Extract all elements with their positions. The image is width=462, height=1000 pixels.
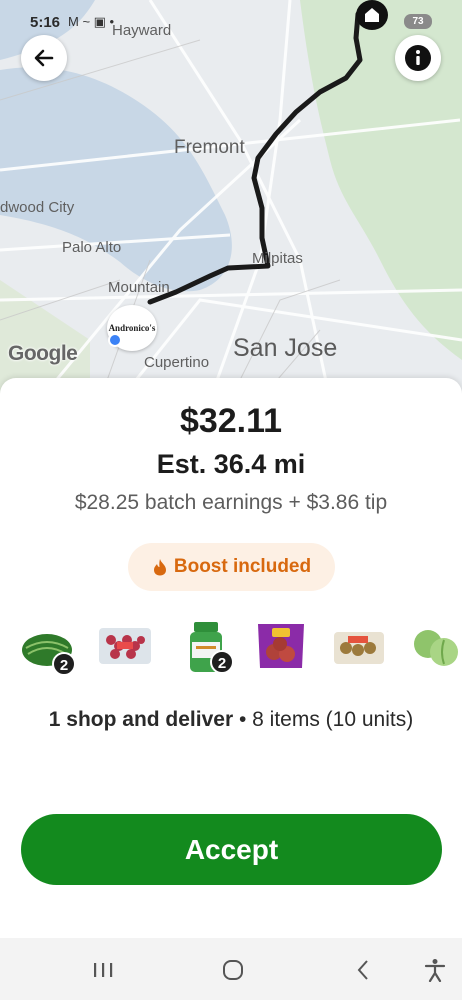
map-label-san-jose: San Jose — [233, 334, 338, 362]
offer-sheet: $32.11 Est. 36.4 mi $28.25 batch earning… — [0, 378, 462, 938]
produce-package-icon — [334, 632, 384, 664]
map-label-milpitas: Milpitas — [252, 250, 303, 267]
item-qty-badge: 2 — [210, 650, 234, 674]
item-thumbnail — [410, 620, 462, 678]
item-qty-badge: 2 — [52, 652, 76, 676]
info-icon — [405, 45, 431, 71]
chevron-left-icon — [357, 960, 368, 980]
items-preview-row[interactable]: 2 2 — [0, 620, 462, 680]
accessibility-icon — [424, 959, 446, 982]
map-label-palo-alto: Palo Alto — [62, 239, 122, 256]
batch-type: 1 shop and deliver — [48, 708, 234, 731]
back-button[interactable] — [21, 35, 67, 81]
potato-bag-icon — [258, 624, 304, 668]
item-thumbnail — [254, 620, 314, 678]
home-button[interactable] — [218, 956, 248, 984]
cabbage-icon — [414, 630, 458, 666]
map-label-fremont: Fremont — [174, 137, 245, 158]
boost-badge: Boost included — [128, 543, 335, 591]
store-logo: Andronico's — [108, 322, 156, 333]
offer-distance: Est. 36.4 mi — [156, 449, 306, 479]
current-location-dot — [108, 333, 122, 347]
item-thumbnail — [97, 620, 157, 678]
accept-button[interactable]: Accept — [21, 814, 442, 885]
map-label-hayward: Hayward — [112, 22, 172, 39]
home-circle-icon — [223, 960, 243, 980]
recent-apps-icon — [94, 963, 113, 977]
home-pin-icon — [356, 0, 388, 30]
recent-apps-button[interactable] — [90, 956, 116, 984]
item-thumbnail: 2 — [20, 620, 80, 678]
map-label-mountain-view: Mountain — [108, 279, 170, 296]
status-notification-icons: M ~ ▣ • — [68, 14, 115, 29]
system-nav-bar — [0, 938, 462, 1000]
info-button[interactable] — [395, 35, 441, 81]
boost-label: Boost included — [173, 556, 312, 577]
accessibility-button[interactable] — [422, 956, 448, 984]
route-map[interactable]: Hayward Fremont dwood City Palo Alto Mou… — [0, 0, 462, 400]
map-label-cupertino: Cupertino — [144, 354, 210, 371]
battery-icon: 73 — [404, 14, 432, 29]
grapes-package-icon — [99, 628, 151, 664]
earnings-breakdown: $28.25 batch earnings + $3.86 tip — [74, 491, 388, 514]
status-time: 5:16 — [30, 14, 61, 31]
item-thumbnail — [332, 620, 392, 678]
google-logo: Google — [8, 342, 78, 365]
flame-icon — [153, 559, 166, 576]
batch-item-count: • 8 items (10 units) — [233, 708, 414, 731]
item-thumbnail: 2 — [184, 620, 244, 678]
offer-amount: $32.11 — [179, 402, 283, 440]
nav-back-button[interactable] — [352, 956, 374, 984]
map-label-redwood-city: dwood City — [0, 199, 75, 216]
batch-summary: 1 shop and deliver • 8 items (10 units) — [40, 704, 422, 736]
arrow-left-icon — [34, 49, 54, 67]
